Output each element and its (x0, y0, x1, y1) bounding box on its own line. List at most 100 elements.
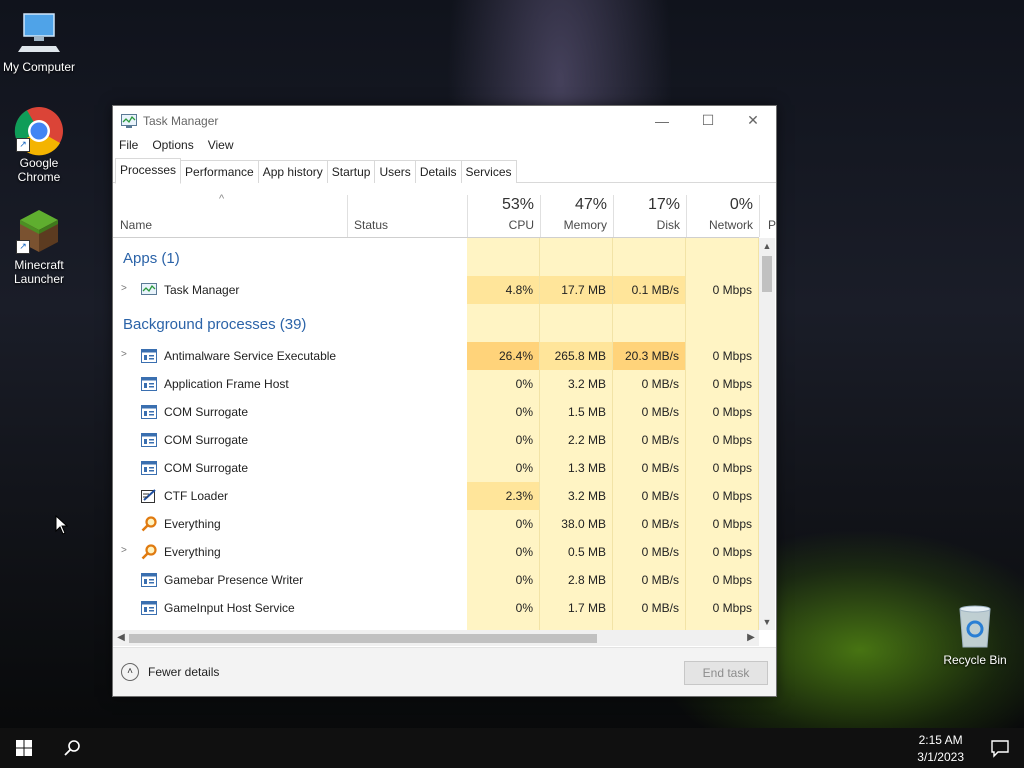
service-icon (141, 601, 157, 615)
scroll-left-icon[interactable]: ◀ (113, 630, 129, 646)
header-memory-label: Memory (563, 218, 607, 232)
menu-bar: File Options View (113, 135, 776, 155)
process-disk: 0 MB/s (641, 573, 679, 587)
notification-center-icon[interactable] (990, 738, 1010, 758)
tab-users[interactable]: Users (374, 160, 416, 183)
header-name[interactable]: ^ Name (113, 183, 347, 237)
menu-options[interactable]: Options (152, 138, 193, 152)
process-cpu: 0% (515, 573, 533, 587)
table-row[interactable]: Application Frame Host 0% 3.2 MB 0 MB/s … (113, 370, 759, 398)
magnifier-icon (141, 516, 157, 532)
process-memory: 17.7 MB (540, 276, 612, 304)
process-name: COM Surrogate (164, 433, 249, 447)
table-row[interactable]: COM Surrogate 0% 2.2 MB 0 MB/s 0 Mbps (113, 426, 759, 454)
fewer-details-button[interactable]: ˄ Fewer details (121, 663, 219, 681)
maximize-button[interactable]: ☐ (685, 106, 731, 135)
process-memory: 38.0 MB (561, 517, 606, 531)
tab-details[interactable]: Details (414, 160, 462, 183)
windows-logo-icon (16, 740, 32, 756)
system-clock[interactable]: 2:15 AM 3/1/2023 (917, 732, 964, 766)
table-row[interactable]: > Antimalware Service Executable 26.4% 2… (113, 342, 759, 370)
tab-services[interactable]: Services (460, 160, 517, 183)
expand-icon[interactable]: > (121, 283, 127, 294)
process-disk: 0 MB/s (641, 517, 679, 531)
recycle-bin-icon (952, 603, 998, 649)
close-button[interactable]: ✕ (730, 106, 776, 135)
header-cpu[interactable]: 53% CPU (468, 183, 540, 237)
shortcut-arrow-icon: ↗ (16, 138, 30, 152)
start-button[interactable] (0, 728, 48, 768)
menu-file[interactable]: File (119, 138, 138, 152)
process-memory: 2.2 MB (567, 433, 606, 447)
process-memory: 1.3 MB (567, 461, 606, 475)
service-icon (141, 405, 157, 419)
desktop-icon-my-computer[interactable]: My Computer (1, 10, 77, 74)
header-network-label: Network (708, 218, 753, 232)
process-name: COM Surrogate (164, 405, 249, 419)
sort-arrow-icon: ^ (219, 193, 225, 205)
process-cpu: 2.3% (467, 482, 539, 510)
table-row[interactable]: COM Surrogate 0% 1.3 MB 0 MB/s 0 Mbps (113, 454, 759, 482)
process-cpu: 0% (515, 461, 533, 475)
scroll-up-icon[interactable]: ▲ (759, 238, 775, 254)
tab-app-history[interactable]: App history (257, 160, 328, 183)
process-network: 0 Mbps (712, 573, 752, 587)
header-cpu-label: CPU (508, 218, 534, 232)
expand-icon[interactable]: > (121, 545, 127, 556)
title-bar[interactable]: Task Manager — ☐ ✕ (113, 106, 776, 135)
desktop-icon-label: Recycle Bin (943, 653, 1007, 667)
header-disk[interactable]: 17% Disk (614, 183, 686, 237)
table-row[interactable]: > Everything 0% 0.5 MB 0 MB/s 0 Mbps (113, 538, 759, 566)
search-button[interactable] (48, 728, 96, 768)
process-network: 0 Mbps (712, 377, 752, 391)
column-divider (759, 195, 760, 237)
service-icon (141, 461, 157, 475)
tab-processes[interactable]: Processes (115, 158, 182, 184)
end-task-button[interactable]: End task (684, 661, 768, 685)
header-power-label[interactable]: P (768, 218, 776, 232)
task-manager-window: Task Manager — ☐ ✕ File Options View Pro… (112, 105, 777, 697)
process-memory: 265.8 MB (540, 342, 612, 370)
process-memory: 3.2 MB (567, 489, 606, 503)
vertical-scrollbar[interactable]: ▲ ▼ (759, 238, 775, 630)
horizontal-scrollbar[interactable]: ◀ ▶ (113, 630, 759, 646)
menu-view[interactable]: View (208, 138, 234, 152)
tab-startup[interactable]: Startup (326, 160, 376, 183)
header-status[interactable]: Status (348, 183, 467, 237)
process-disk: 0 MB/s (641, 433, 679, 447)
table-row[interactable]: COM Surrogate 0% 1.5 MB 0 MB/s 0 Mbps (113, 398, 759, 426)
scroll-right-icon[interactable]: ▶ (743, 630, 759, 646)
magnifier-icon (141, 544, 157, 560)
table-row[interactable]: CTF Loader 2.3% 3.2 MB 0 MB/s 0 Mbps (113, 482, 759, 510)
desktop-icon-chrome[interactable]: ↗ Google Chrome (1, 106, 77, 184)
clock-date: 3/1/2023 (917, 750, 964, 764)
header-memory[interactable]: 47% Memory (541, 183, 613, 237)
table-row[interactable]: Gamebar Presence Writer 0% 2.8 MB 0 MB/s… (113, 566, 759, 594)
footer: ˄ Fewer details End task (113, 647, 776, 696)
process-cpu: 0% (515, 377, 533, 391)
horizontal-scroll-thumb[interactable] (129, 634, 597, 643)
desktop-icon-recycle-bin[interactable]: Recycle Bin (937, 603, 1013, 667)
table-row[interactable]: > Task Manager 4.8% 17.7 MB 0.1 MB/s 0 M… (113, 276, 759, 304)
header-network[interactable]: 0% Network (687, 183, 759, 237)
vertical-scroll-thumb[interactable] (762, 256, 772, 292)
scroll-down-icon[interactable]: ▼ (759, 614, 775, 630)
ctf-loader-icon (141, 489, 156, 503)
close-icon: ✕ (747, 112, 759, 128)
process-list: Apps (1) > Task Manager 4.8% 17.7 MB 0.1… (113, 238, 759, 630)
process-network: 0 Mbps (712, 461, 752, 475)
table-row[interactable]: GameInput Host Service 0% 1.7 MB 0 MB/s … (113, 594, 759, 622)
process-network: 0 Mbps (712, 433, 752, 447)
minimize-button[interactable]: — (639, 106, 685, 135)
minecraft-icon: ↗ (16, 208, 62, 254)
desktop-icon-label: Google Chrome (17, 156, 61, 184)
process-cpu: 4.8% (467, 276, 539, 304)
process-name: Task Manager (164, 283, 240, 297)
table-row[interactable]: Everything 0% 38.0 MB 0 MB/s 0 Mbps (113, 510, 759, 538)
expand-icon[interactable]: > (121, 349, 127, 360)
window-title: Task Manager (143, 113, 219, 128)
shortcut-arrow-icon: ↗ (16, 240, 30, 254)
tab-performance[interactable]: Performance (180, 160, 259, 183)
desktop-icon-minecraft[interactable]: ↗ Minecraft Launcher (1, 208, 77, 286)
process-name: Antimalware Service Executable (164, 349, 337, 363)
